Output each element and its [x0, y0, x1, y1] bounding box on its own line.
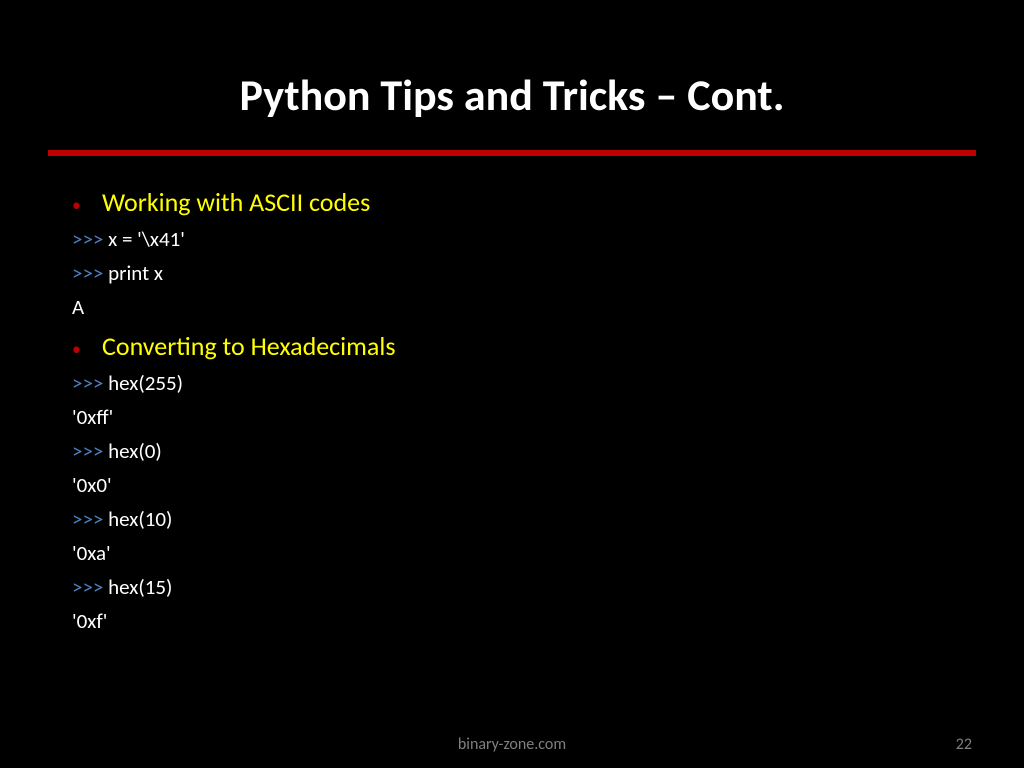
- bullet-item: • Working with ASCII codes: [60, 186, 964, 218]
- code-text: '0xff': [72, 404, 113, 430]
- slide-footer: binary-zone.com 22: [0, 735, 1024, 754]
- footer-site: binary-zone.com: [458, 735, 566, 754]
- code-line: '0xf': [72, 608, 964, 634]
- section-heading: Working with ASCII codes: [102, 186, 370, 218]
- code-line: '0x0': [72, 472, 964, 498]
- code-text: print x: [108, 260, 163, 286]
- repl-prompt: >>>: [72, 260, 108, 286]
- section-heading: Converting to Hexadecimals: [102, 330, 396, 362]
- code-text: hex(15): [108, 574, 172, 600]
- bullet-dot-icon: •: [60, 194, 102, 216]
- code-text: '0xf': [72, 608, 107, 634]
- code-line: >>> hex(255): [72, 370, 964, 396]
- bullet-dot-icon: •: [60, 338, 102, 360]
- code-line: '0xa': [72, 540, 964, 566]
- page-number: 22: [956, 735, 972, 754]
- repl-prompt: >>>: [72, 574, 108, 600]
- code-text: '0xa': [72, 540, 111, 566]
- bullet-item: • Converting to Hexadecimals: [60, 330, 964, 362]
- code-line: '0xff': [72, 404, 964, 430]
- slide-title: Python Tips and Tricks – Cont.: [0, 0, 1024, 150]
- repl-prompt: >>>: [72, 226, 108, 252]
- code-line: >>> hex(10): [72, 506, 964, 532]
- repl-prompt: >>>: [72, 370, 108, 396]
- code-line: A: [72, 294, 964, 320]
- code-line: >>> print x: [72, 260, 964, 286]
- code-text: x = '\x41': [108, 226, 185, 252]
- code-text: A: [72, 294, 84, 320]
- code-line: >>> hex(0): [72, 438, 964, 464]
- repl-prompt: >>>: [72, 506, 108, 532]
- repl-prompt: >>>: [72, 438, 108, 464]
- code-text: hex(10): [108, 506, 172, 532]
- slide-content: • Working with ASCII codes >>> x = '\x41…: [0, 156, 1024, 634]
- code-text: hex(0): [108, 438, 162, 464]
- code-text: '0x0': [72, 472, 112, 498]
- code-line: >>> hex(15): [72, 574, 964, 600]
- slide-container: Python Tips and Tricks – Cont. • Working…: [0, 0, 1024, 768]
- code-line: >>> x = '\x41': [72, 226, 964, 252]
- code-text: hex(255): [108, 370, 183, 396]
